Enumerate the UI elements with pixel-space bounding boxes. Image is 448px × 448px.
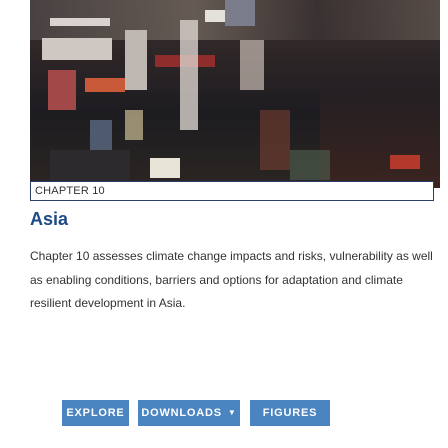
chapter-label: CHAPTER 10: [30, 181, 434, 201]
image-detail: [390, 155, 420, 169]
explore-button-label: EXPLORE: [66, 407, 125, 419]
image-detail: [42, 38, 112, 60]
image-detail: [150, 158, 180, 178]
image-detail: [125, 30, 147, 90]
chapter-title[interactable]: Asia: [30, 209, 68, 230]
caret-down-icon: ▼: [227, 408, 237, 417]
image-detail: [85, 78, 125, 92]
chapter-hero-image[interactable]: [30, 0, 440, 188]
explore-button[interactable]: EXPLORE: [62, 400, 129, 426]
chapter-description: Chapter 10 assesses climate change impac…: [30, 249, 433, 310]
figures-button[interactable]: FIGURES: [250, 400, 330, 426]
figures-button-label: FIGURES: [262, 407, 318, 419]
image-detail: [225, 0, 255, 26]
image-detail: [260, 110, 290, 170]
image-detail: [180, 20, 198, 130]
image-detail: [50, 18, 110, 26]
image-detail: [125, 110, 143, 140]
chapter-card: CHAPTER 10 Asia Chapter 10 assesses clim…: [0, 0, 448, 448]
image-detail: [240, 40, 264, 90]
image-detail: [320, 90, 440, 188]
downloads-button-label: DOWNLOADS: [141, 407, 222, 419]
downloads-dropdown-button[interactable]: DOWNLOADS ▼: [138, 400, 240, 426]
image-detail: [48, 70, 76, 110]
image-detail: [290, 150, 330, 180]
